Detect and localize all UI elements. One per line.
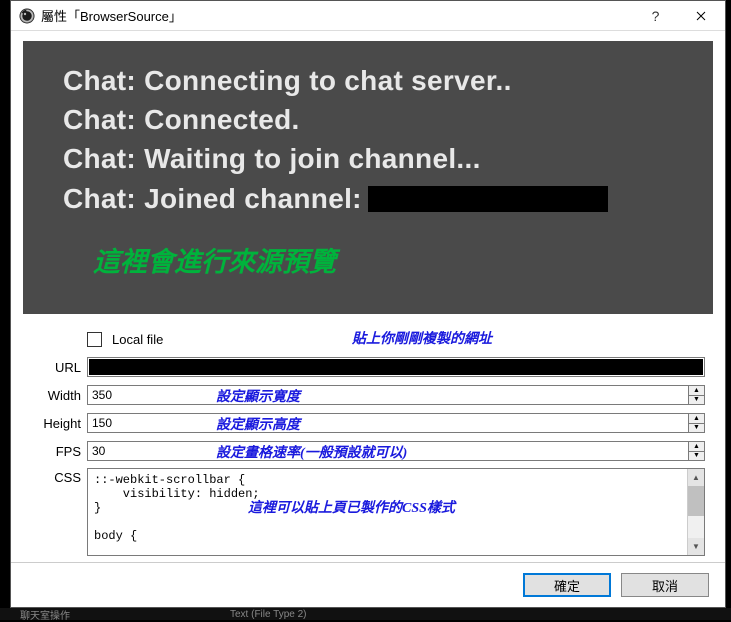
css-label: CSS [31,468,81,485]
annotation-width: 設定顯示寛度 [216,386,300,406]
dialog-button-row: 確定 取消 [11,562,725,607]
obs-icon [19,8,35,24]
scroll-thumb[interactable] [688,486,704,516]
local-file-label: Local file [112,332,163,347]
css-row: CSS ::-webkit-scrollbar { visibility: hi… [31,468,705,556]
fps-step-down[interactable]: ▼ [688,451,705,462]
height-step-up[interactable]: ▲ [688,413,705,423]
width-step-up[interactable]: ▲ [688,385,705,395]
scroll-down-icon[interactable]: ▼ [688,538,704,555]
annotation-fps: 設定畫格速率(一般預設就可以) [216,442,407,462]
annotation-height: 設定顯示高度 [216,414,300,434]
height-input[interactable] [87,413,688,433]
annotation-preview: 這裡會進行來源預覽 [93,240,683,279]
height-row: Height ▲ ▼ 設定顯示高度 [31,412,705,434]
behind-item: 聊天室操作 [20,607,70,622]
url-row: URL [31,356,705,378]
fps-label: FPS [31,444,81,459]
behind-item: Text (File Type 2) [230,609,307,620]
redacted-url [89,359,703,375]
preview-chat-line: Chat: Connecting to chat server.. [63,61,683,100]
help-button[interactable]: ? [633,2,678,30]
css-textarea[interactable]: ::-webkit-scrollbar { visibility: hidden… [87,468,705,556]
properties-form: Local file 貼上你剛剛複製的網址 URL Width ▲ ▼ [23,322,713,562]
width-label: Width [31,388,81,403]
titlebar: 屬性「BrowserSource」 ? [11,1,725,31]
ok-button[interactable]: 確定 [523,573,611,597]
fps-step-up[interactable]: ▲ [688,441,705,451]
preview-chat-line: Chat: Waiting to join channel... [63,139,683,178]
fps-row: FPS ▲ ▼ 設定畫格速率(一般預設就可以) [31,440,705,462]
width-input[interactable] [87,385,688,405]
preview-chat-line: Chat: Connected. [63,100,683,139]
annotation-url: 貼上你剛剛複製的網址 [352,328,492,348]
parent-window-statusbar: 聊天室操作 Text (File Type 2) [0,608,731,620]
css-scrollbar[interactable]: ▲ ▼ [687,469,704,555]
local-file-checkbox[interactable] [87,332,102,347]
annotation-css: 這裡可以貼上頁已製作的CSS樣式 [248,497,455,517]
width-row: Width ▲ ▼ 設定顯示寛度 [31,384,705,406]
properties-dialog: 屬性「BrowserSource」 ? Chat: Connecting to … [10,0,726,608]
dialog-title: 屬性「BrowserSource」 [41,6,182,25]
redacted-channel-name [368,186,608,212]
width-step-down[interactable]: ▼ [688,395,705,406]
source-preview-area: Chat: Connecting to chat server.. Chat: … [23,41,713,314]
preview-chat-line: Chat: Joined channel: [63,179,683,218]
cancel-button[interactable]: 取消 [621,573,709,597]
close-button[interactable] [678,2,723,30]
height-label: Height [31,416,81,431]
url-label: URL [31,360,81,375]
scroll-up-icon[interactable]: ▲ [688,469,704,486]
local-file-row: Local file 貼上你剛剛複製的網址 [87,328,705,350]
height-step-down[interactable]: ▼ [688,423,705,434]
